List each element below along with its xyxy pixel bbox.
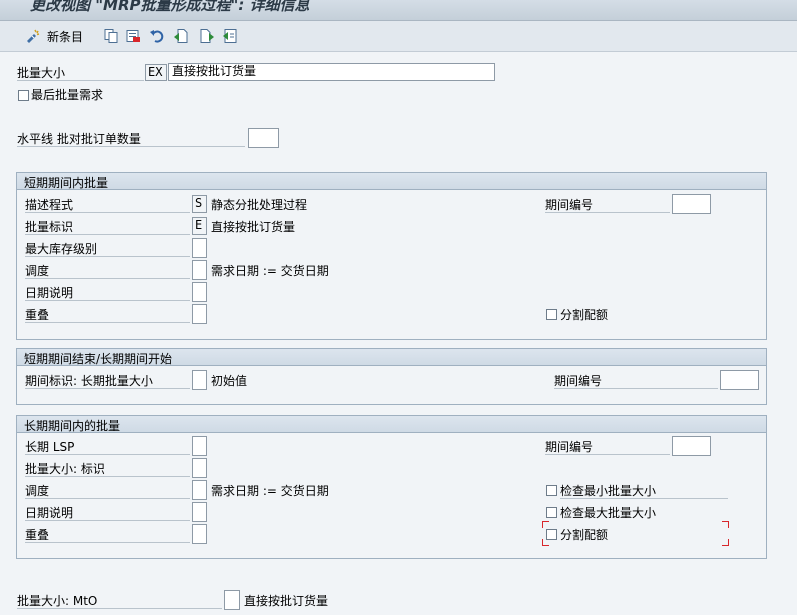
long-date-specification-field[interactable] xyxy=(192,502,207,522)
transition-group-title: 短期期间结束/长期期间开始 xyxy=(24,352,173,366)
mto-lot-size-field[interactable] xyxy=(224,590,240,610)
long-term-group-header: 长期期间内的批量 xyxy=(17,416,766,433)
period-indicator-field[interactable] xyxy=(192,370,207,390)
short-period-number-label: 期间编号 xyxy=(545,198,670,213)
split-quota-checkbox[interactable] xyxy=(546,309,557,320)
long-period-number-label: 期间编号 xyxy=(545,440,670,455)
scheduling-field[interactable] xyxy=(192,260,207,280)
copy-button[interactable] xyxy=(103,27,119,45)
long-lot-size-indicator-label: 批量大小: 标识 xyxy=(25,462,190,477)
mto-lot-size-text: 直接按批订货量 xyxy=(244,594,329,608)
short-term-group-title: 短期期间内批量 xyxy=(24,176,109,190)
short-period-number-field[interactable] xyxy=(672,194,711,214)
new-entries-button[interactable]: 新条目 xyxy=(25,27,83,45)
next-entry-button[interactable] xyxy=(199,27,215,45)
lot-size-indicator-text: 直接按批订货量 xyxy=(211,220,296,234)
long-overlap-field[interactable] xyxy=(192,524,207,544)
mto-lot-size-label: 批量大小: MtO xyxy=(17,594,222,609)
long-scheduling-field[interactable] xyxy=(192,480,207,500)
previous-entry-button[interactable] xyxy=(173,27,189,45)
last-lot-requirement-checkbox[interactable] xyxy=(18,90,29,101)
long-term-lsp-label: 长期 LSP xyxy=(25,440,190,455)
transition-period-number-label: 期间编号 xyxy=(554,374,718,389)
transition-period-number-field[interactable] xyxy=(720,370,759,390)
undo-icon xyxy=(150,30,164,43)
lot-size-indicator-label: 批量标识 xyxy=(25,220,190,235)
previous-entry-icon xyxy=(174,29,188,43)
last-lot-requirement-label: 最后批量需求 xyxy=(31,88,104,102)
procedure-text: 静态分批处理过程 xyxy=(211,198,308,212)
new-entries-icon xyxy=(27,29,40,43)
max-stock-level-field[interactable] xyxy=(192,238,207,258)
lot-size-label: 批量大小 xyxy=(17,66,144,81)
procedure-field[interactable]: S xyxy=(192,195,207,213)
check-max-lot-size-checkbox[interactable] xyxy=(546,507,557,518)
long-date-specification-label: 日期说明 xyxy=(25,506,190,521)
lot-size-code-field[interactable]: EX xyxy=(145,64,167,81)
long-term-lsp-field[interactable] xyxy=(192,436,207,456)
lot-size-indicator-field[interactable]: E xyxy=(192,217,207,235)
long-term-group-title: 长期期间内的批量 xyxy=(24,419,121,433)
lot-size-text-field[interactable]: 直接按批订货量 xyxy=(168,63,495,81)
next-entry-icon xyxy=(200,29,214,43)
long-scheduling-text: 需求日期 := 交货日期 xyxy=(211,484,329,498)
overlap-label: 重叠 xyxy=(25,308,190,323)
date-specification-field[interactable] xyxy=(192,282,207,302)
long-overlap-label: 重叠 xyxy=(25,528,190,543)
period-indicator-label: 期间标识: 长期批量大小 xyxy=(25,374,190,389)
toolbar: 新条目 xyxy=(0,21,797,52)
horizon-field[interactable] xyxy=(248,128,279,148)
long-scheduling-label: 调度 xyxy=(25,484,190,499)
long-period-number-field[interactable] xyxy=(672,436,711,456)
transition-group-header: 短期期间结束/长期期间开始 xyxy=(17,349,766,366)
long-split-quota-label: 分割配额 xyxy=(560,528,609,542)
procedure-label: 描述程式 xyxy=(25,198,190,213)
date-specification-label: 日期说明 xyxy=(25,286,190,301)
horizon-label: 水平线 批对批订单数量 xyxy=(17,132,245,147)
scheduling-text: 需求日期 := 交货日期 xyxy=(211,264,329,278)
check-min-lot-size-label: 检查最小批量大小 xyxy=(560,484,728,499)
export-button[interactable] xyxy=(222,27,238,45)
window-title: 更改视图 "MRP批量形成过程": 详细信息 xyxy=(30,0,310,14)
period-indicator-text: 初始值 xyxy=(211,374,248,388)
check-max-lot-size-label: 检查最大批量大小 xyxy=(560,506,657,520)
title-bar: 更改视图 "MRP批量形成过程": 详细信息 xyxy=(0,0,797,21)
short-term-group-header: 短期期间内批量 xyxy=(17,173,766,190)
check-min-lot-size-checkbox[interactable] xyxy=(546,485,557,496)
new-entries-label: 新条目 xyxy=(47,29,84,44)
delete-button[interactable] xyxy=(125,27,141,45)
max-stock-level-label: 最大库存级别 xyxy=(25,242,190,257)
export-icon xyxy=(223,29,237,43)
scheduling-label: 调度 xyxy=(25,264,190,279)
delete-icon xyxy=(126,30,140,42)
long-lot-size-indicator-field[interactable] xyxy=(192,458,207,478)
long-split-quota-checkbox[interactable] xyxy=(546,529,557,540)
overlap-field[interactable] xyxy=(192,304,207,324)
undo-button[interactable] xyxy=(149,27,165,45)
copy-icon xyxy=(104,29,118,43)
split-quota-label: 分割配额 xyxy=(560,308,609,322)
